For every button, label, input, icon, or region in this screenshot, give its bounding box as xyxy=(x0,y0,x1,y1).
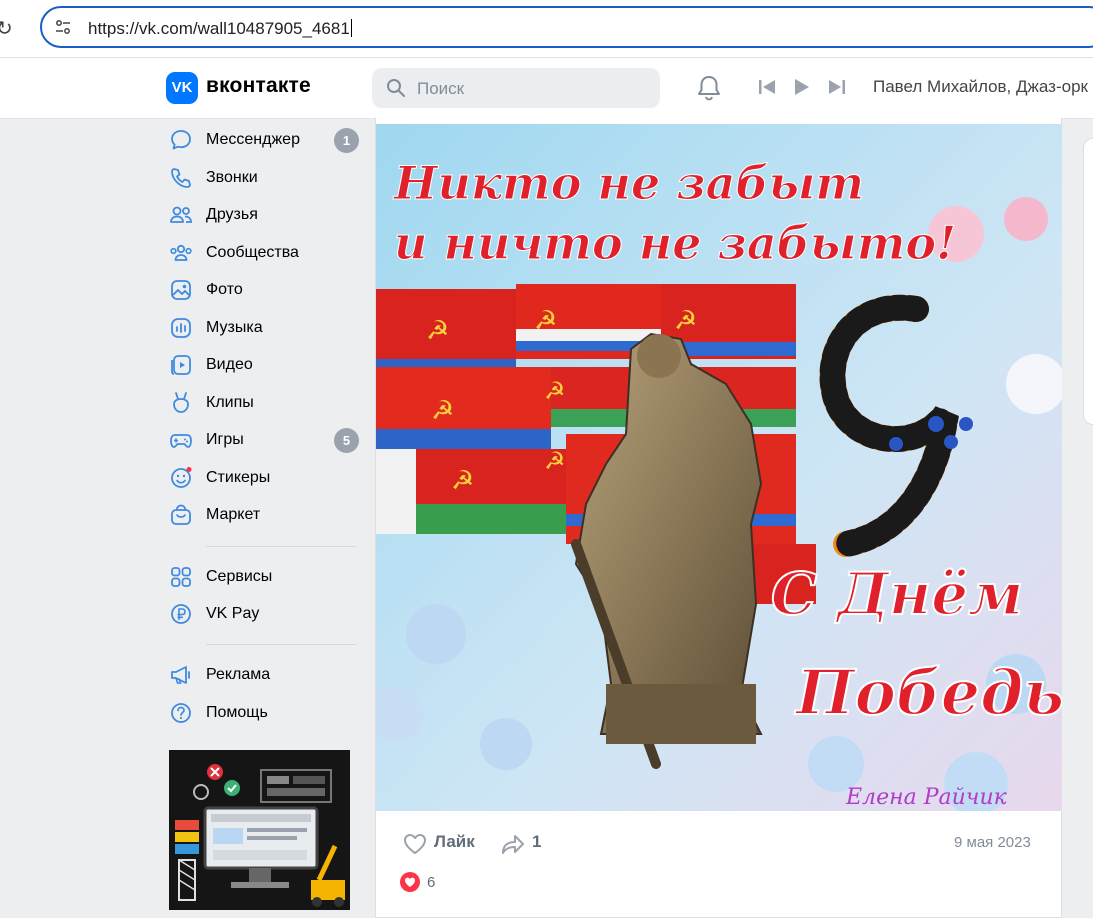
previous-track-icon[interactable] xyxy=(758,78,776,96)
sidebar-item-vk-pay[interactable]: VK Pay xyxy=(168,598,363,630)
sidebar-item-clips[interactable]: Клипы xyxy=(168,387,363,419)
heart-outline-icon xyxy=(404,834,426,854)
sidebar-item-music[interactable]: Музыка xyxy=(168,312,363,344)
heart-filled-icon xyxy=(400,872,420,892)
sidebar-item-label: Друзья xyxy=(206,206,258,223)
postcard-greeting-line1: С Днём xyxy=(771,560,1023,628)
sidebar-item-label: Сообщества xyxy=(206,244,299,261)
communities-icon xyxy=(170,244,192,261)
search-input[interactable]: Поиск xyxy=(372,68,660,108)
photo-icon xyxy=(171,280,191,300)
share-button[interactable]: 1 xyxy=(500,830,550,858)
sidebar-item-stickers[interactable]: Стикеры xyxy=(168,462,363,494)
like-button[interactable]: Лайк xyxy=(402,830,482,858)
nav-divider xyxy=(206,644,356,645)
site-settings-icon[interactable] xyxy=(55,19,71,35)
sidebar-item-label: Сервисы xyxy=(206,568,273,585)
sidebar-item-services[interactable]: Сервисы xyxy=(168,561,363,593)
sidebar-item-label: Стикеры xyxy=(206,469,271,486)
postcard-heading-line2: и ничто не забыто! xyxy=(394,216,956,270)
clips-icon xyxy=(173,392,189,413)
sidebar-item-label: Игры xyxy=(206,431,244,448)
sidebar-item-label: Маркет xyxy=(206,506,261,523)
megaphone-icon xyxy=(171,666,190,684)
sidebar-item-video[interactable]: Видео xyxy=(168,349,363,381)
sidebar-item-label: Клипы xyxy=(206,394,254,411)
share-arrow-icon xyxy=(502,835,524,854)
right-side-card xyxy=(1083,138,1093,425)
victory-day-postcard: ☭ ☭ ☭ ☭ ☭ ☭ ☭ Никто не забыт и ничто не … xyxy=(376,124,1062,811)
sidebar-item-label: Реклама xyxy=(206,666,271,683)
sidebar-item-label: Музыка xyxy=(206,319,263,336)
services-grid-icon xyxy=(171,567,191,587)
phone-icon xyxy=(171,168,191,188)
postcard-signature: Елена Райчик xyxy=(845,785,1008,810)
sidebar-item-market[interactable]: Маркет xyxy=(168,499,363,531)
site-header: VK вконтакте Поиск Павел Михайлов, Джаз-… xyxy=(0,58,1093,119)
svg-text:☭: ☭ xyxy=(544,447,566,475)
post-date[interactable]: 9 мая 2023 xyxy=(954,834,1031,851)
unread-count-badge: 1 xyxy=(334,128,359,153)
browser-toolbar: ↻ https://vk.com/wall10487905_4681 xyxy=(0,0,1093,58)
reactions-summary[interactable]: 6 xyxy=(400,872,435,897)
ad-banner[interactable] xyxy=(169,750,350,910)
svg-text:☭: ☭ xyxy=(534,306,557,336)
share-count: 1 xyxy=(532,832,542,851)
gamepad-icon xyxy=(170,434,192,448)
message-bubble-icon xyxy=(171,130,191,150)
like-label: Лайк xyxy=(434,832,475,851)
nav-divider xyxy=(206,546,356,547)
svg-text:☭: ☭ xyxy=(674,306,697,336)
sidebar-item-calls[interactable]: Звонки xyxy=(168,162,363,194)
notifications-bell-icon[interactable] xyxy=(694,73,724,103)
next-track-icon[interactable] xyxy=(828,78,846,96)
sidebar-item-label: Звонки xyxy=(206,169,258,186)
sticker-icon xyxy=(171,467,192,488)
address-bar[interactable]: https://vk.com/wall10487905_4681 xyxy=(40,6,1093,48)
games-count-badge: 5 xyxy=(334,428,359,453)
search-placeholder: Поиск xyxy=(417,79,465,98)
market-bag-icon xyxy=(171,504,191,525)
postcard-heading-line1: Никто не забыт xyxy=(392,156,864,210)
post-photo[interactable]: ☭ ☭ ☭ ☭ ☭ ☭ ☭ Никто не забыт и ничто не … xyxy=(376,124,1062,811)
sidebar-item-ads[interactable]: Реклама xyxy=(168,659,363,691)
ruble-icon xyxy=(171,604,191,624)
sidebar-item-friends[interactable]: Друзья xyxy=(168,199,363,231)
help-icon xyxy=(171,703,191,723)
sidebar-item-communities[interactable]: Сообщества xyxy=(168,237,363,269)
sidebar-item-help[interactable]: Помощь xyxy=(168,697,363,729)
sidebar-item-games[interactable]: Игры 5 xyxy=(168,424,363,456)
sidebar-item-label: Видео xyxy=(206,356,253,373)
video-icon xyxy=(171,355,191,375)
logo-text[interactable]: вконтакте xyxy=(206,74,311,98)
ad-illustration xyxy=(169,750,350,910)
sidebar-item-label: Фото xyxy=(206,281,243,298)
now-playing-track[interactable]: Павел Михайлов, Джаз-орк xyxy=(873,77,1088,97)
sidebar-item-label: Помощь xyxy=(206,704,268,721)
play-icon[interactable] xyxy=(794,78,810,96)
search-icon xyxy=(387,79,405,97)
sidebar-item-photos[interactable]: Фото xyxy=(168,274,363,306)
postcard-greeting-line2: Победы! xyxy=(794,656,1062,729)
text-caret xyxy=(350,19,352,37)
svg-text:☭: ☭ xyxy=(426,316,449,346)
friends-icon xyxy=(170,206,192,223)
reload-icon[interactable]: ↻ xyxy=(0,16,13,40)
svg-text:☭: ☭ xyxy=(451,466,474,496)
sidebar-item-label: VK Pay xyxy=(206,605,260,622)
sidebar-item-label: Мессенджер xyxy=(206,131,300,148)
music-icon xyxy=(171,318,191,338)
svg-text:☭: ☭ xyxy=(431,396,454,426)
svg-text:☭: ☭ xyxy=(544,377,566,405)
url-text[interactable]: https://vk.com/wall10487905_4681 xyxy=(88,19,352,39)
likes-count: 6 xyxy=(427,874,436,891)
sidebar-item-messenger[interactable]: Мессенджер 1 xyxy=(168,124,363,156)
vk-logo-icon[interactable]: VK xyxy=(166,72,198,104)
